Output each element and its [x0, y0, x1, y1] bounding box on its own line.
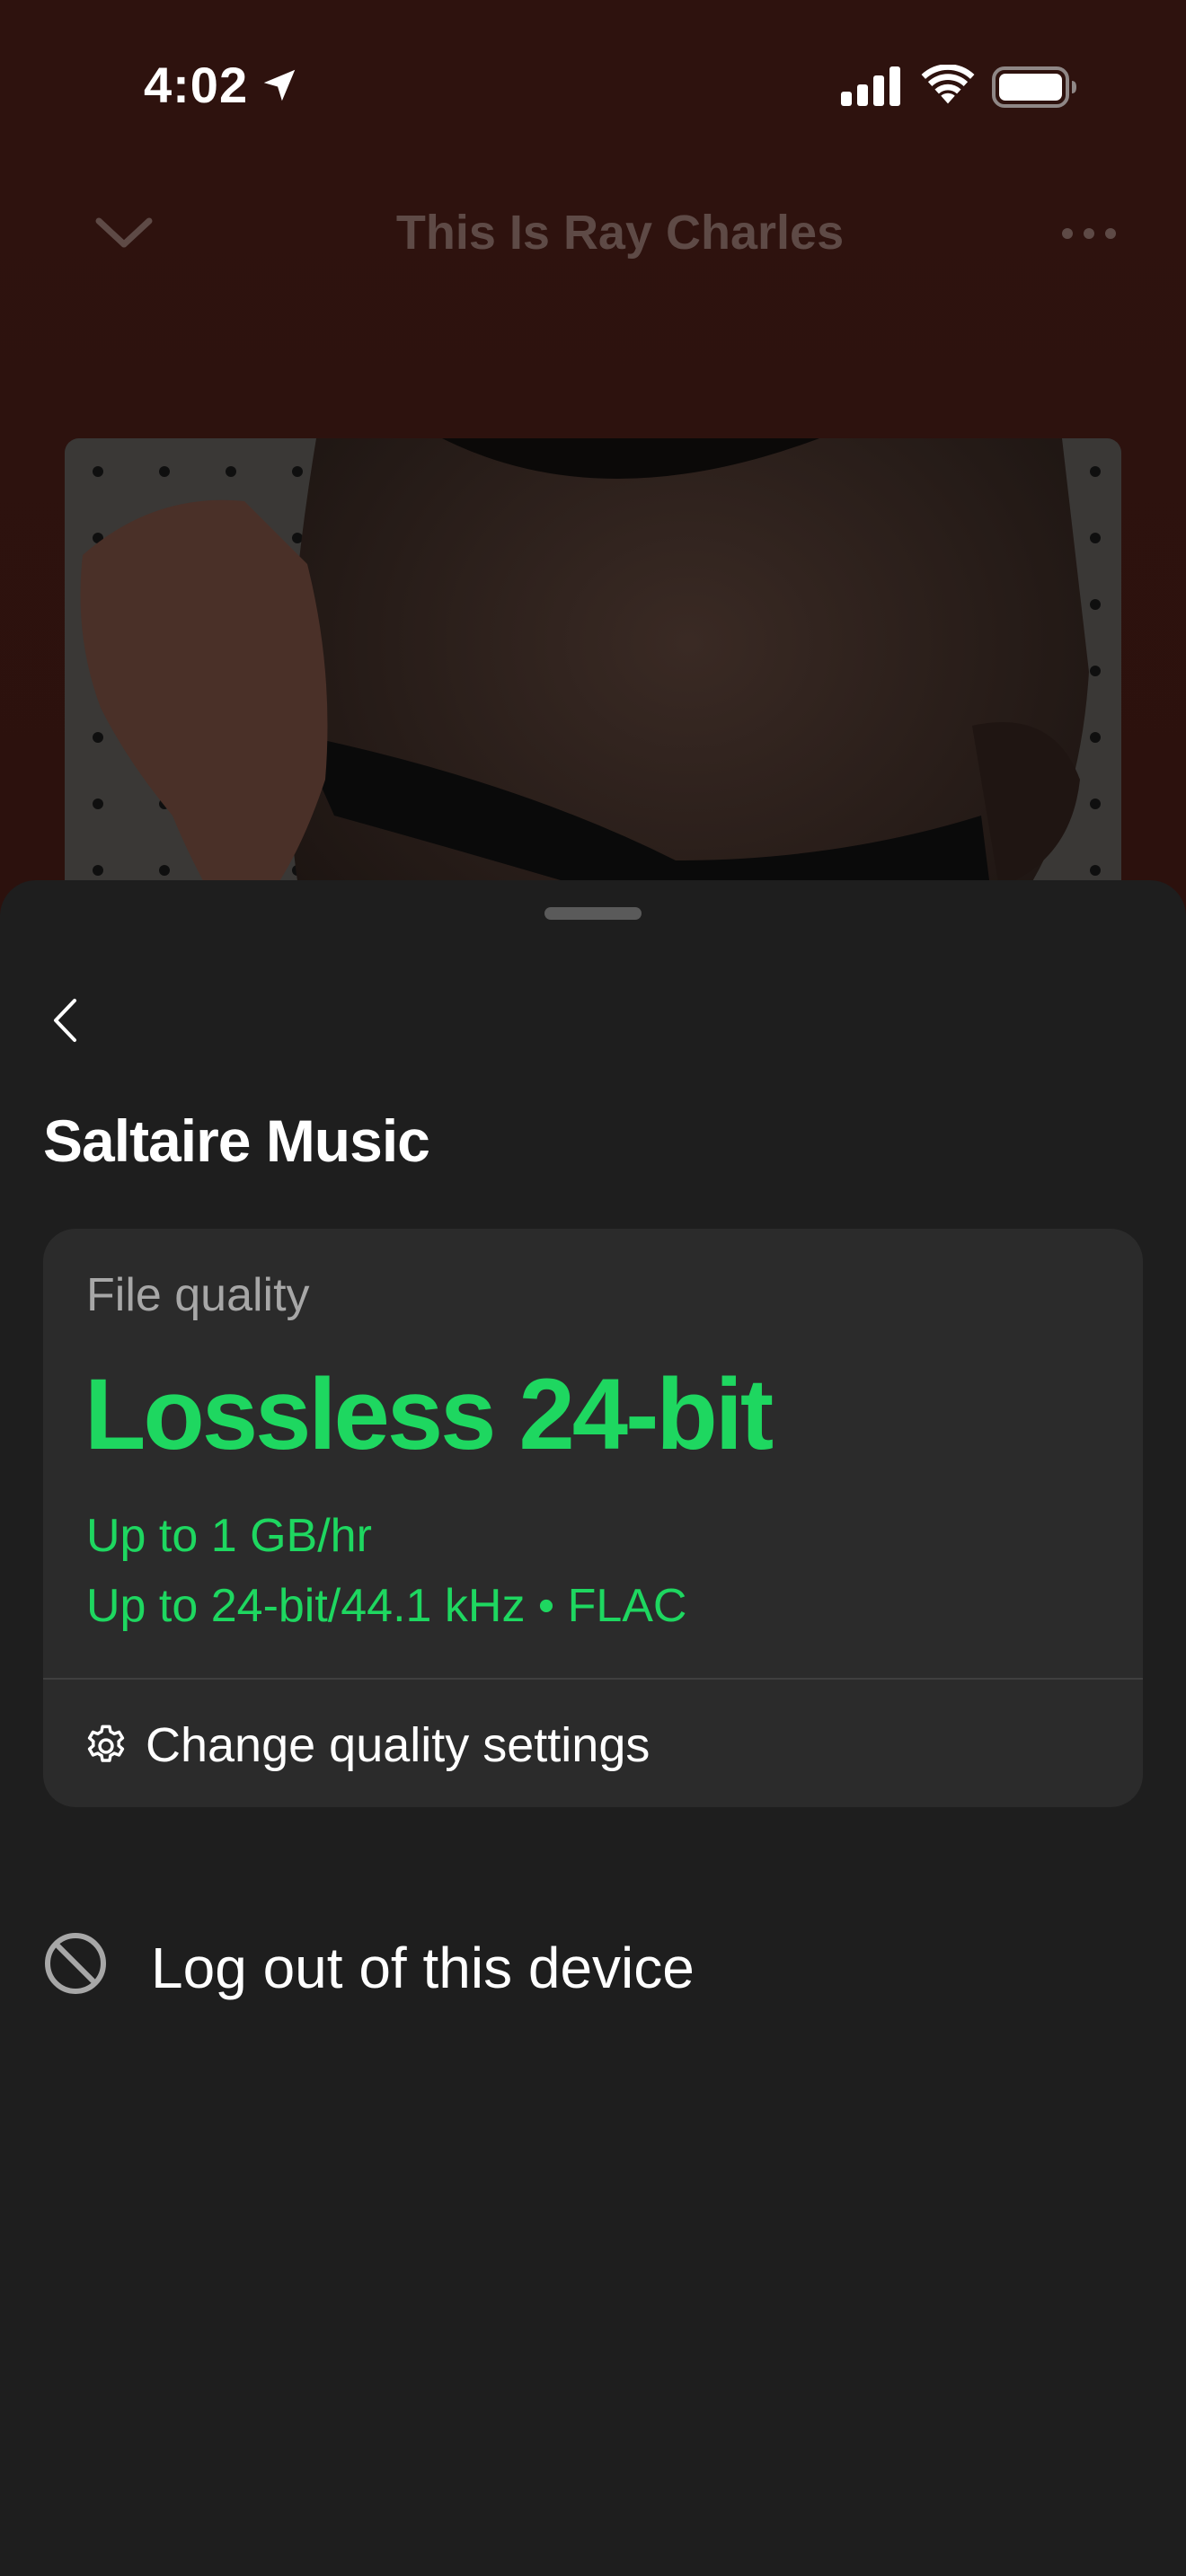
file-quality-card: File quality Lossless 24-bit Up to 1 GB/…	[43, 1229, 1143, 1807]
file-quality-label: File quality	[86, 1269, 310, 1321]
change-quality-settings-label: Change quality settings	[146, 1718, 651, 1772]
gear-icon	[87, 1725, 125, 1762]
more-horizontal-icon[interactable]	[1060, 226, 1118, 241]
battery-icon	[992, 66, 1076, 108]
sheet-grabber-handle[interactable]	[544, 907, 642, 920]
back-button[interactable]	[36, 992, 93, 1049]
player-title: This Is Ray Charles	[395, 206, 845, 260]
screen: 4:02 This Is Ray Charles Saltaire Music …	[0, 0, 1186, 2576]
player-background: 4:02 This Is Ray Charles	[0, 0, 1186, 1121]
player-header: This Is Ray Charles	[0, 189, 1186, 278]
log-out-button[interactable]: Log out of this device	[0, 1904, 1186, 2021]
bottom-sheet: Saltaire Music File quality Lossless 24-…	[0, 880, 1186, 2576]
file-quality-bitrate: Up to 1 GB/hr	[86, 1510, 372, 1562]
cellular-signal-icon	[841, 66, 900, 106]
file-quality-format: Up to 24-bit/44.1 kHz • FLAC	[86, 1580, 687, 1632]
block-icon	[45, 1933, 106, 1994]
chevron-down-icon[interactable]	[93, 214, 155, 253]
chevron-left-icon	[54, 999, 76, 1042]
status-time: 4:02	[144, 57, 249, 113]
log-out-label: Log out of this device	[151, 1936, 695, 2000]
wifi-icon	[921, 65, 975, 104]
change-quality-settings-button[interactable]: Change quality settings	[43, 1680, 1143, 1807]
location-arrow-icon	[263, 69, 296, 101]
sheet-title: Saltaire Music	[43, 1107, 430, 1174]
status-bar: 4:02	[0, 0, 1186, 171]
file-quality-value: Lossless 24-bit	[84, 1358, 774, 1470]
